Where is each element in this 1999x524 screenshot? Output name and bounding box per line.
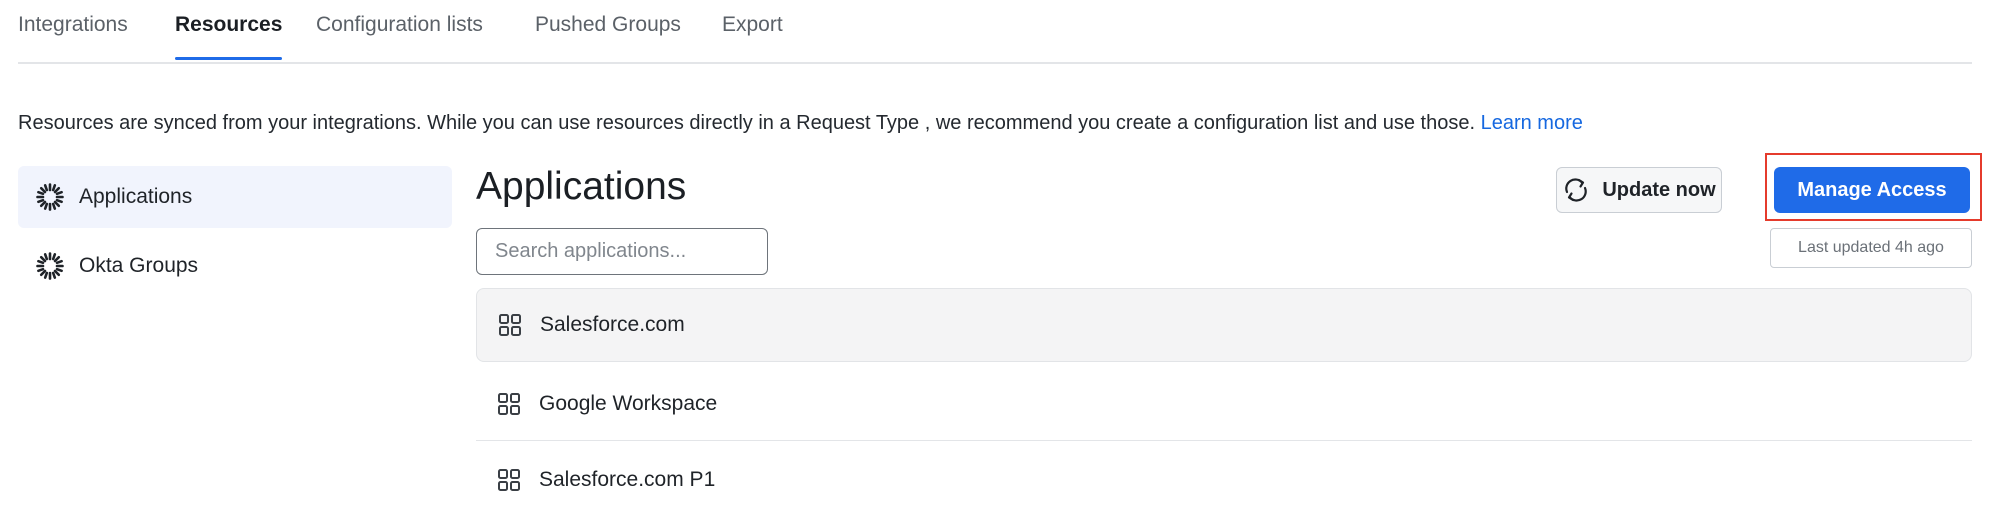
grid-icon [497,312,523,338]
manage-access-button[interactable]: Manage Access [1774,167,1970,213]
manage-access-label: Manage Access [1797,178,1947,201]
tab-integrations[interactable]: Integrations [18,10,128,58]
grid-icon [496,391,522,417]
list-item-label: Google Workspace [539,391,718,415]
learn-more-link[interactable]: Learn more [1481,112,1583,134]
last-updated-badge: Last updated 4h ago [1770,228,1972,268]
search-input[interactable] [476,228,768,275]
list-item-label: Salesforce.com P1 [539,468,716,491]
intro-text: Resources are synced from your integrati… [18,112,1583,135]
tab-configuration-lists[interactable]: Configuration lists [316,10,483,58]
sidebar-item-okta-groups[interactable]: Okta Groups [18,235,452,297]
sidebar-item-label: Okta Groups [79,254,199,277]
okta-icon [35,182,65,212]
sidebar-item-label: Applications [79,185,193,208]
list-item-salesforce[interactable]: Salesforce.com [476,288,1972,362]
tab-bar: Integrations Resources Configuration lis… [18,0,1972,64]
tab-pushed-groups[interactable]: Pushed Groups [535,10,681,58]
list-item-salesforce-p1[interactable]: Salesforce.com P1 [476,443,1972,517]
list-item-label: Salesforce.com [540,313,685,336]
page-title: Applications [476,165,687,208]
grid-icon [496,467,522,493]
tab-export[interactable]: Export [722,10,783,58]
intro-description: Resources are synced from your integrati… [18,112,1481,134]
update-now-label: Update now [1602,178,1716,201]
update-now-button[interactable]: Update now [1556,167,1722,213]
list-item-google-workspace[interactable]: Google Workspace [476,367,1972,441]
sidebar-item-applications[interactable]: Applications [18,166,452,228]
okta-icon [35,251,65,281]
sync-icon [1562,177,1590,203]
tab-resources[interactable]: Resources [175,10,283,60]
